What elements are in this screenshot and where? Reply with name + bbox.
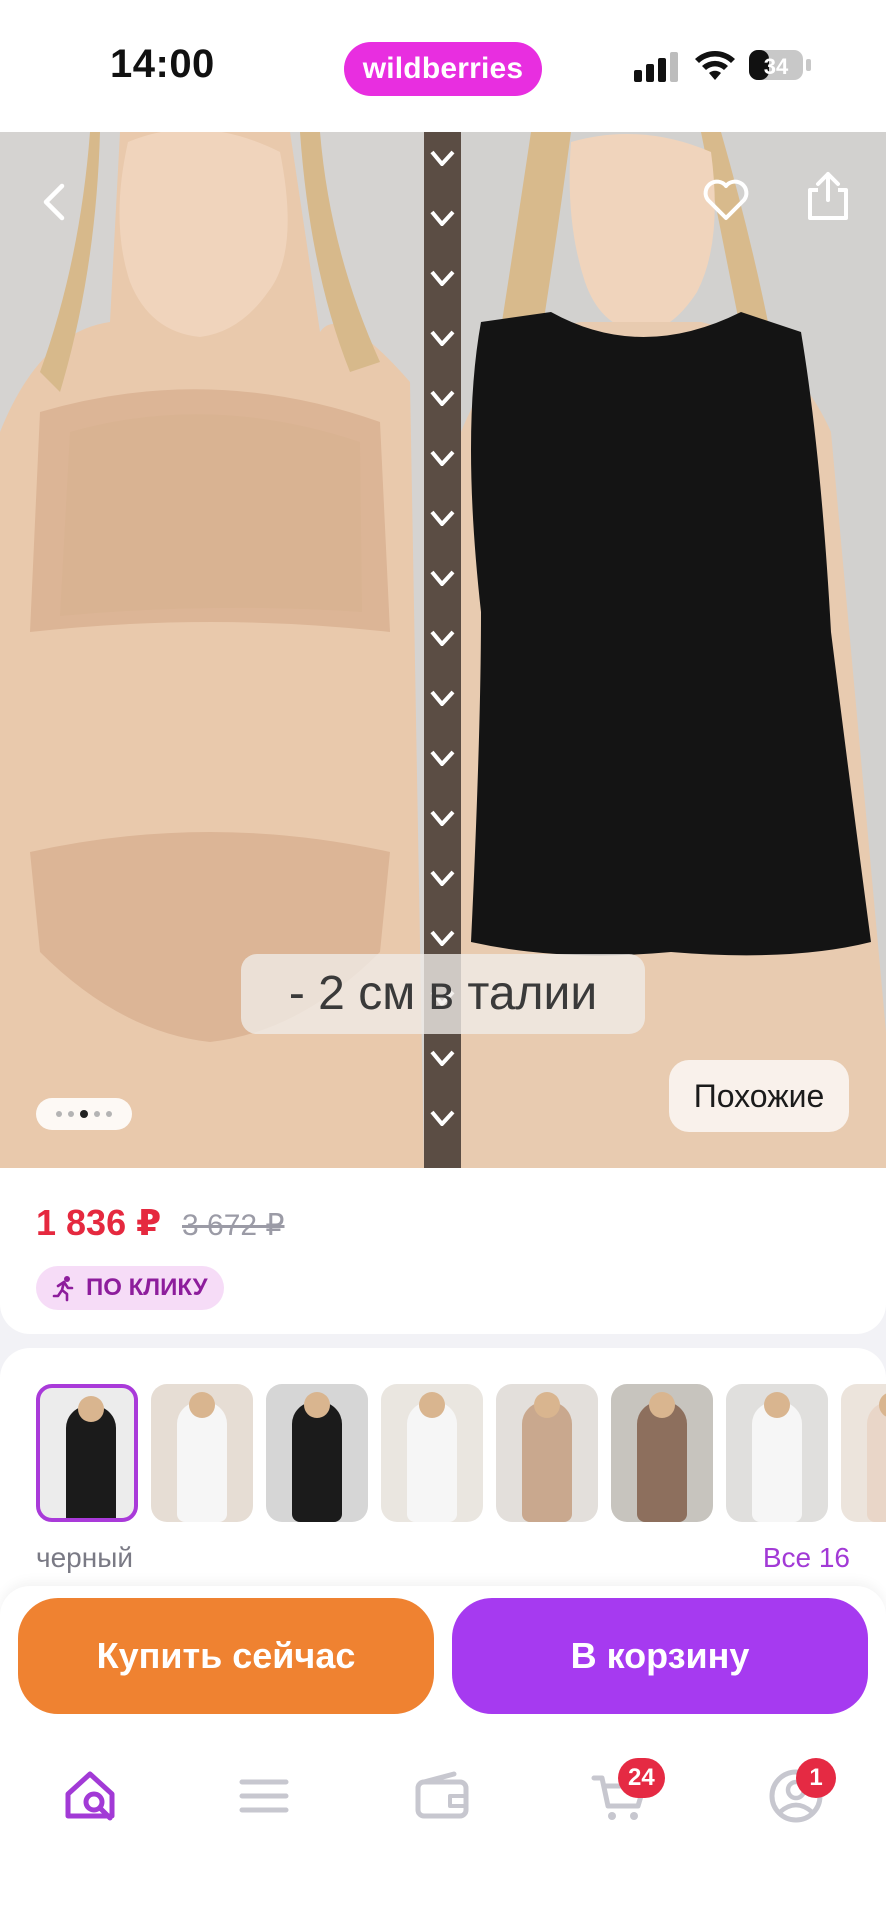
status-time: 14:00 [110, 42, 215, 86]
variant-swatch [867, 1402, 886, 1522]
buy-now-button[interactable]: Купить сейчас [18, 1598, 434, 1714]
price-card: 1 836 ₽ 3 672 ₽ ПО КЛИКУ [0, 1168, 886, 1334]
variant-head [534, 1392, 560, 1418]
watermark-mark [430, 690, 455, 706]
variant-head [304, 1392, 330, 1418]
product-image-carousel[interactable]: - 2 см в талии Похожие [0, 132, 886, 1168]
tab-wallet[interactable] [412, 1766, 472, 1826]
status-bar: 14:00 wildberries 34 [0, 0, 886, 132]
signal-icon [634, 52, 678, 82]
watermark-mark [430, 1110, 455, 1126]
watermark-mark [430, 150, 455, 166]
share-icon[interactable] [800, 168, 856, 224]
variant-thumbnail[interactable] [381, 1384, 483, 1522]
variant-thumbnails [36, 1384, 886, 1522]
back-arrow-icon[interactable] [28, 174, 84, 230]
carousel-dot [94, 1111, 100, 1117]
tab-profile[interactable]: 1 [766, 1758, 836, 1826]
watermark-mark [430, 810, 455, 826]
old-price: 3 672 ₽ [182, 1209, 285, 1242]
image-caption: - 2 см в талии [241, 954, 645, 1034]
watermark-mark [430, 210, 455, 226]
home-search-icon [65, 1771, 115, 1821]
action-bar: Купить сейчас В корзину [0, 1586, 886, 1736]
product-page: 14:00 wildberries 34 - 2 см в талии Похо… [0, 0, 886, 1920]
variant-thumbnail[interactable] [496, 1384, 598, 1522]
variant-thumbnail[interactable] [266, 1384, 368, 1522]
add-to-cart-button[interactable]: В корзину [452, 1598, 868, 1714]
catalog-icon [239, 1779, 289, 1813]
watermark-mark [430, 930, 455, 946]
variant-head [764, 1392, 790, 1418]
promo-badge-label: ПО КЛИКУ [86, 1274, 208, 1301]
tab-cart[interactable]: 24 [590, 1758, 665, 1826]
variant-thumbnail[interactable] [841, 1384, 886, 1522]
cart-count-badge: 24 [618, 1758, 665, 1798]
watermark-mark [430, 510, 455, 526]
selected-color-name: черный [36, 1542, 133, 1573]
watermark-mark [430, 750, 455, 766]
variant-head [649, 1392, 675, 1418]
carousel-dot [106, 1111, 112, 1117]
variant-thumbnail[interactable] [726, 1384, 828, 1522]
variant-swatch [522, 1402, 572, 1522]
heart-icon[interactable] [698, 172, 754, 228]
carousel-dot-active [80, 1110, 88, 1118]
carousel-indicator [36, 1098, 132, 1130]
variant-swatch [407, 1402, 457, 1522]
variant-swatch [637, 1402, 687, 1522]
all-variants-link[interactable]: Все 16 [763, 1542, 850, 1574]
wifi-icon [695, 51, 735, 80]
variant-swatch [66, 1406, 116, 1518]
watermark-mark [430, 870, 455, 886]
color-variants: черный Все 16 [0, 1348, 886, 1618]
variant-swatch [177, 1402, 227, 1522]
running-person-icon [52, 1276, 74, 1302]
variant-swatch [752, 1402, 802, 1522]
watermark-mark [430, 1050, 455, 1066]
variant-head [78, 1396, 104, 1422]
carousel-dot [56, 1111, 62, 1117]
watermark-mark [430, 570, 455, 586]
variant-head [189, 1392, 215, 1418]
variant-thumbnail[interactable] [611, 1384, 713, 1522]
similar-button[interactable]: Похожие [669, 1060, 849, 1132]
bottom-tab-bar: 24 1 [0, 1736, 886, 1920]
watermark-mark [430, 450, 455, 466]
watermark-mark [430, 630, 455, 646]
promo-badge[interactable]: ПО КЛИКУ [36, 1266, 224, 1310]
variant-thumbnail[interactable] [151, 1384, 253, 1522]
wallet-icon [415, 1771, 469, 1819]
battery-icon: 34 [749, 50, 811, 80]
tab-catalog[interactable] [234, 1766, 294, 1826]
carousel-dot [68, 1111, 74, 1117]
watermark-mark [430, 270, 455, 286]
current-price: 1 836 ₽ [36, 1202, 162, 1243]
watermark-mark [430, 330, 455, 346]
tab-home[interactable] [60, 1766, 120, 1826]
brand-pill: wildberries [344, 42, 542, 96]
variant-head [419, 1392, 445, 1418]
profile-notification-badge: 1 [796, 1758, 836, 1798]
variant-thumbnail[interactable] [36, 1384, 138, 1522]
battery-level: 34 [764, 54, 789, 79]
watermark-mark [430, 390, 455, 406]
variant-swatch [292, 1402, 342, 1522]
